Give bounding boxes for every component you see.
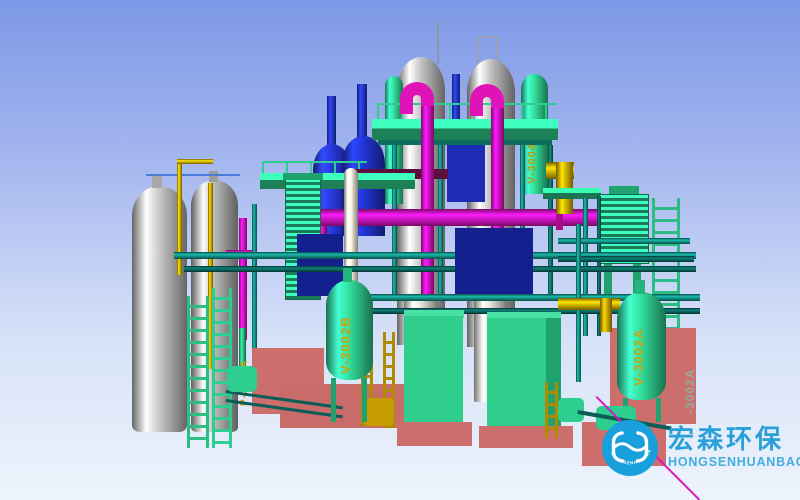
label-3002a-gray: -3002A xyxy=(684,344,699,414)
upper-deck-beam xyxy=(378,140,552,145)
plinth-1 xyxy=(397,422,472,446)
gold-pipe-right-v xyxy=(600,298,612,332)
tank-gold-pipe-h xyxy=(177,159,213,164)
tank-b-nozzle xyxy=(209,171,218,182)
right-phe-lug xyxy=(609,186,639,194)
gold-pump-right-tower xyxy=(545,382,558,438)
plant-3d-render: V-3004AP-3004AV-3002B-3002AV-3002A HONGS… xyxy=(0,0,800,500)
green-box-1 xyxy=(404,316,463,428)
left-frame-1 xyxy=(187,296,209,448)
left-phe-cap xyxy=(283,173,323,180)
label-v3002a: V-3002A xyxy=(632,300,650,386)
right-deck-piece xyxy=(543,188,601,199)
antenna-line xyxy=(437,20,439,64)
plinth-2 xyxy=(479,426,573,448)
blue-panel-lower xyxy=(455,228,533,296)
v3002b-nozzle xyxy=(343,268,352,282)
v3002b-leg-1 xyxy=(331,378,336,422)
upper-deck xyxy=(372,119,558,140)
v3002b-leg-2 xyxy=(362,378,367,422)
green-box-2 xyxy=(487,318,546,428)
company-logo: HONGSENHUANBAO 宏森环保 HONGSENHUANBAO xyxy=(601,419,800,477)
teal-pipe-2 xyxy=(184,266,696,272)
logo-text-block: 宏森环保 HONGSENHUANBAO xyxy=(668,426,800,470)
gold-pump-center xyxy=(364,398,394,426)
blue-panel-upper xyxy=(447,138,485,202)
tank-a-nozzle xyxy=(152,176,162,188)
left-pump xyxy=(227,366,257,392)
tank-top-pipe xyxy=(146,174,240,176)
label-v3002b: V-3002B xyxy=(339,288,357,374)
logo-en-text: HONGSENHUANBAO xyxy=(668,455,800,470)
logo-cn-text: 宏森环保 xyxy=(668,426,800,453)
v3002a-nozzle xyxy=(635,280,645,294)
hongsen-logo-icon: HONGSENHUANBAO xyxy=(601,419,659,477)
